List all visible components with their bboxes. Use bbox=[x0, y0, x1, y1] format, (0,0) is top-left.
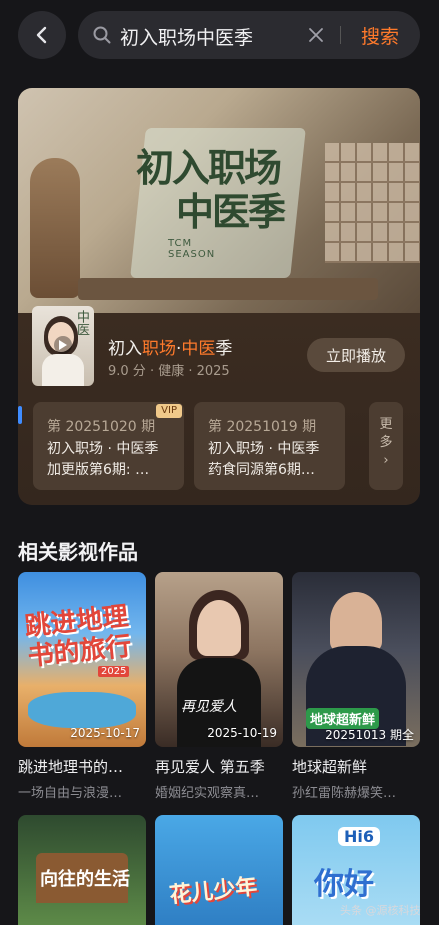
play-now-button[interactable]: 立即播放 bbox=[307, 338, 405, 372]
hero-banner-image[interactable]: 初入职场 中医季 TCM SEASON bbox=[18, 88, 420, 313]
more-episodes-button[interactable]: 更 多 › bbox=[369, 402, 403, 490]
search-input[interactable]: 初入职场中医季 搜索 bbox=[78, 11, 420, 59]
thumb-art-text: 跳进地理书的旅行 bbox=[23, 601, 133, 673]
close-icon[interactable] bbox=[306, 25, 326, 45]
search-query-text[interactable]: 初入职场中医季 bbox=[120, 23, 253, 50]
back-button[interactable] bbox=[18, 11, 66, 59]
watermark: 头条 @源核科技 bbox=[340, 904, 421, 917]
release-date: 2025-10-17 bbox=[70, 726, 140, 740]
related-thumbnail[interactable]: 再见爱人 2025-10-19 bbox=[155, 572, 283, 747]
related-item[interactable]: 地球超新鲜 20251013 期全 地球超新鲜 孙红雷陈赫爆笑… bbox=[292, 572, 420, 802]
search-button[interactable]: 搜索 bbox=[361, 22, 399, 49]
item-title: 地球超新鲜 bbox=[292, 758, 368, 776]
thumb-art-text: 花儿少年 bbox=[168, 873, 259, 909]
section-title: 相关影视作品 bbox=[18, 540, 138, 564]
related-item[interactable]: 跳进地理书的旅行 2025 2025-10-17 跳进地理书的… 一场自由与浪漫… bbox=[18, 572, 146, 802]
poster-thumbnail[interactable]: 中医 bbox=[32, 306, 94, 386]
item-description: 一场自由与浪漫… bbox=[18, 786, 123, 801]
banner-title-art: 初入职场 中医季 bbox=[136, 145, 286, 234]
top-search-bar: 初入职场中医季 搜索 bbox=[0, 0, 439, 70]
item-description: 婚姻纪实观察真… bbox=[155, 786, 260, 801]
related-item[interactable]: 再见爱人 2025-10-19 再见爱人 第五季 婚姻纪实观察真… bbox=[155, 572, 283, 802]
play-icon bbox=[54, 336, 72, 354]
related-thumbnail[interactable]: 跳进地理书的旅行 2025 2025-10-17 bbox=[18, 572, 146, 747]
related-thumbnail[interactable]: 向往的生活 bbox=[18, 815, 146, 925]
search-icon bbox=[93, 26, 111, 44]
vip-badge: VIP bbox=[156, 404, 182, 418]
hero-card[interactable]: 初入职场 中医季 TCM SEASON 中医 初入职场·中医季 9.0 分 · … bbox=[18, 88, 420, 505]
show-meta: 9.0 分 · 健康 · 2025 bbox=[108, 364, 230, 379]
scroll-indicator bbox=[18, 406, 22, 424]
chevron-right-icon: › bbox=[383, 453, 389, 468]
banner-figure bbox=[30, 158, 80, 298]
item-description: 孙红雷陈赫爆笑… bbox=[292, 786, 397, 801]
item-title: 跳进地理书的… bbox=[18, 758, 124, 776]
item-title: 再见爱人 第五季 bbox=[155, 758, 265, 776]
episode-card[interactable]: 第 20251019 期 初入职场 · 中医季 药食同源第6期… bbox=[194, 402, 345, 490]
episode-card[interactable]: VIP 第 20251020 期 初入职场 · 中医季 加更版第6期: … bbox=[33, 402, 184, 490]
thumb-art-text: 向往的生活 bbox=[40, 869, 130, 890]
related-thumbnail[interactable]: 花儿少年 bbox=[155, 815, 283, 925]
thumb-art-text: 你好 bbox=[314, 867, 374, 902]
divider bbox=[340, 26, 341, 44]
related-thumbnail[interactable]: 地球超新鲜 20251013 期全 bbox=[292, 572, 420, 747]
banner-subtitle-art: TCM SEASON bbox=[168, 238, 216, 260]
chevron-left-icon bbox=[36, 26, 47, 44]
release-date: 20251013 期全 bbox=[325, 728, 414, 742]
thumb-art-text: 再见爱人 bbox=[181, 699, 237, 715]
show-title[interactable]: 初入职场·中医季 bbox=[108, 334, 232, 359]
thumb-badge: Hi6 bbox=[338, 827, 381, 846]
release-date: 2025-10-19 bbox=[207, 726, 277, 740]
